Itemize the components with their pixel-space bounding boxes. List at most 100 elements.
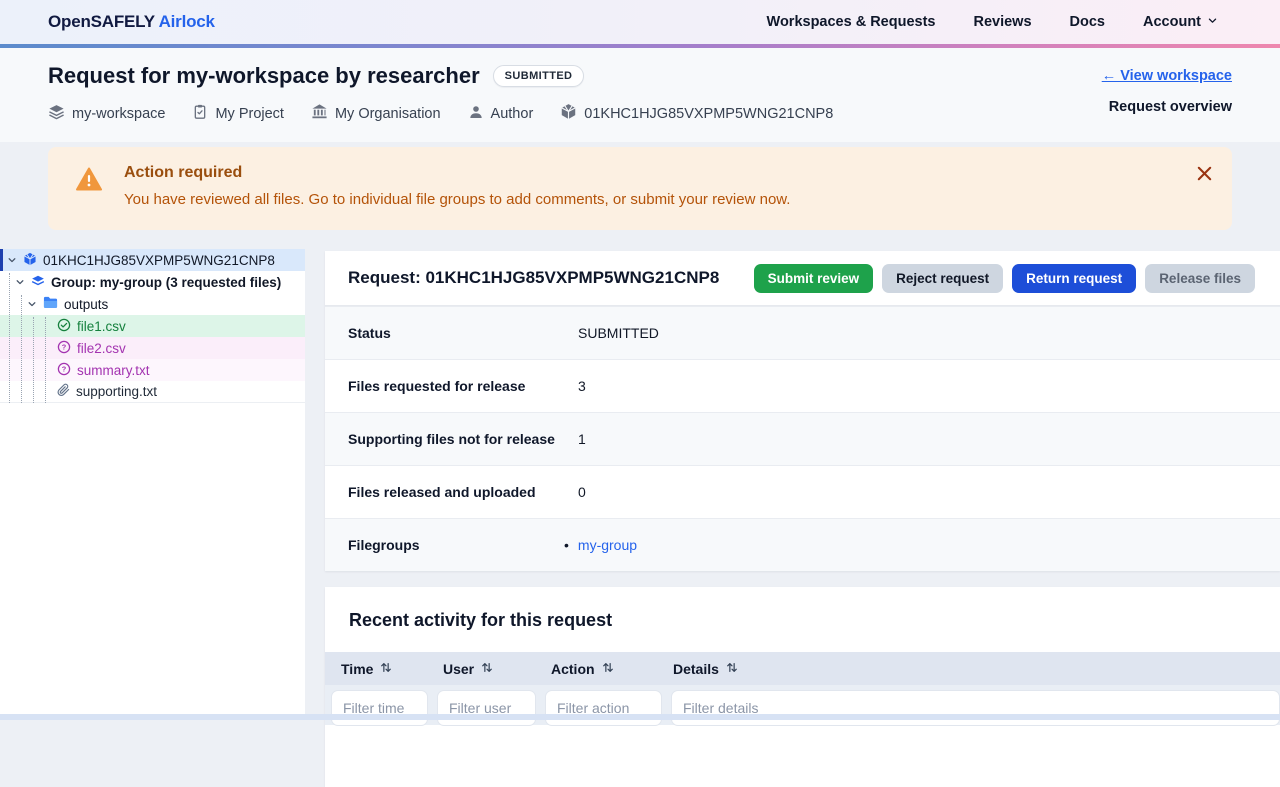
page-title-section: Request for my-workspace by researcher S… xyxy=(0,48,1280,142)
tree-group-label: Group: my-group (3 requested files) xyxy=(51,275,281,290)
nav-account-menu[interactable]: Account xyxy=(1143,14,1218,30)
view-workspace-link[interactable]: ← View workspace xyxy=(1102,68,1232,84)
chevron-down-icon[interactable] xyxy=(15,275,25,290)
layers-icon xyxy=(48,103,65,124)
layers-icon xyxy=(31,274,45,291)
activity-table-header: Time User Action Details xyxy=(325,652,1280,685)
filter-action-input[interactable] xyxy=(545,690,662,726)
nav-account-label: Account xyxy=(1143,14,1201,30)
meta-author-label: Author xyxy=(491,106,534,122)
detail-value: 1 xyxy=(578,431,586,447)
request-action-buttons: Submit review Reject request Return requ… xyxy=(754,264,1255,293)
bank-icon xyxy=(311,103,328,124)
return-request-button[interactable]: Return request xyxy=(1012,264,1136,293)
filter-details-input[interactable] xyxy=(671,690,1280,726)
tree-file-label: summary.txt xyxy=(77,363,150,378)
meta-author: Author xyxy=(468,104,534,124)
tree-file-file2[interactable]: ? file2.csv xyxy=(0,337,305,359)
filter-time-input[interactable] xyxy=(331,690,428,726)
meta-workspace-label: my-workspace xyxy=(72,106,165,122)
nav-workspaces-requests[interactable]: Workspaces & Requests xyxy=(767,14,936,30)
question-circle-icon: ? xyxy=(57,340,71,357)
sort-icon xyxy=(481,661,493,677)
detail-label: Filegroups xyxy=(325,537,578,553)
sort-icon xyxy=(380,661,392,677)
bullet-marker: • xyxy=(564,537,569,553)
logo-accent: Airlock xyxy=(159,12,215,31)
detail-row-files-requested: Files requested for release 3 xyxy=(325,359,1280,412)
cube-icon xyxy=(23,252,37,269)
meta-project: My Project xyxy=(192,103,284,124)
tree-file-file1[interactable]: file1.csv xyxy=(0,315,305,337)
tree-folder-label: outputs xyxy=(64,297,108,312)
app-logo[interactable]: OpenSAFELY Airlock xyxy=(48,12,215,32)
logo-primary: OpenSAFELY xyxy=(48,12,155,31)
sort-icon xyxy=(726,661,738,677)
meta-organisation: My Organisation xyxy=(311,103,441,124)
main-nav: Workspaces & Requests Reviews Docs Accou… xyxy=(767,14,1218,30)
column-label: Time xyxy=(341,661,373,677)
detail-label: Supporting files not for release xyxy=(325,431,578,447)
file-tree-panel: 01KHC1HJG85VXPMP5WNG21CNP8 Group: my-gro… xyxy=(0,249,305,720)
column-label: User xyxy=(443,661,474,677)
meta-request-id: 01KHC1HJG85VXPMP5WNG21CNP8 xyxy=(560,103,833,124)
request-meta-row: my-workspace My Project My Organisation … xyxy=(48,103,833,124)
check-circle-icon xyxy=(57,318,71,335)
column-header-details[interactable]: Details xyxy=(657,661,1280,677)
page-title-text: Request for my-workspace by researcher xyxy=(48,63,480,89)
svg-text:?: ? xyxy=(62,342,67,351)
column-header-action[interactable]: Action xyxy=(535,661,657,677)
request-details-card: Request: 01KHC1HJG85VXPMP5WNG21CNP8 Subm… xyxy=(325,251,1280,571)
tree-file-supporting[interactable]: supporting.txt xyxy=(0,381,305,403)
tree-item-group[interactable]: Group: my-group (3 requested files) xyxy=(0,271,305,293)
user-icon xyxy=(468,104,484,124)
tree-file-label: file1.csv xyxy=(77,319,126,334)
release-files-button[interactable]: Release files xyxy=(1145,264,1255,293)
detail-row-status: Status SUBMITTED xyxy=(325,306,1280,359)
paperclip-icon xyxy=(57,383,70,400)
chevron-down-icon xyxy=(1207,14,1218,30)
detail-label: Files released and uploaded xyxy=(325,484,578,500)
activity-title: Recent activity for this request xyxy=(325,587,1280,652)
column-label: Action xyxy=(551,661,595,677)
chevron-down-icon[interactable] xyxy=(27,297,37,312)
tree-item-request-root[interactable]: 01KHC1HJG85VXPMP5WNG21CNP8 xyxy=(0,249,305,271)
detail-label: Files requested for release xyxy=(325,378,578,394)
reject-request-button[interactable]: Reject request xyxy=(882,264,1003,293)
detail-row-supporting-files: Supporting files not for release 1 xyxy=(325,412,1280,465)
svg-text:?: ? xyxy=(62,364,67,373)
detail-value: SUBMITTED xyxy=(578,325,659,341)
action-required-banner: Action required You have reviewed all fi… xyxy=(48,147,1232,230)
nav-docs[interactable]: Docs xyxy=(1070,14,1105,30)
request-overview-label: Request overview xyxy=(1109,99,1232,115)
cube-icon xyxy=(560,103,577,124)
question-circle-icon: ? xyxy=(57,362,71,379)
recent-activity-card: Recent activity for this request Time Us… xyxy=(325,587,1280,787)
column-header-user[interactable]: User xyxy=(427,661,535,677)
alert-title: Action required xyxy=(124,164,1193,182)
status-badge: SUBMITTED xyxy=(493,65,585,87)
detail-value: 0 xyxy=(578,484,586,500)
request-card-title: Request: 01KHC1HJG85VXPMP5WNG21CNP8 xyxy=(348,268,719,288)
meta-organisation-label: My Organisation xyxy=(335,106,441,122)
app-header: OpenSAFELY Airlock Workspaces & Requests… xyxy=(0,0,1280,44)
nav-reviews[interactable]: Reviews xyxy=(973,14,1031,30)
clipboard-icon xyxy=(192,103,208,124)
sort-icon xyxy=(602,661,614,677)
column-header-time[interactable]: Time xyxy=(325,661,427,677)
warning-icon xyxy=(76,167,102,196)
chevron-down-icon[interactable] xyxy=(7,253,17,268)
tree-file-summary[interactable]: ? summary.txt xyxy=(0,359,305,381)
detail-label: Status xyxy=(325,325,578,341)
folder-icon xyxy=(43,296,58,312)
detail-value: 3 xyxy=(578,378,586,394)
tree-item-outputs-folder[interactable]: outputs xyxy=(0,293,305,315)
meta-project-label: My Project xyxy=(215,106,284,122)
filter-user-input[interactable] xyxy=(437,690,536,726)
filegroup-link[interactable]: my-group xyxy=(578,537,637,553)
submit-review-button[interactable]: Submit review xyxy=(754,264,874,293)
close-icon[interactable] xyxy=(1193,162,1216,190)
detail-row-files-released: Files released and uploaded 0 xyxy=(325,465,1280,518)
tree-root-label: 01KHC1HJG85VXPMP5WNG21CNP8 xyxy=(43,253,275,268)
alert-message: You have reviewed all files. Go to indiv… xyxy=(124,191,1193,208)
